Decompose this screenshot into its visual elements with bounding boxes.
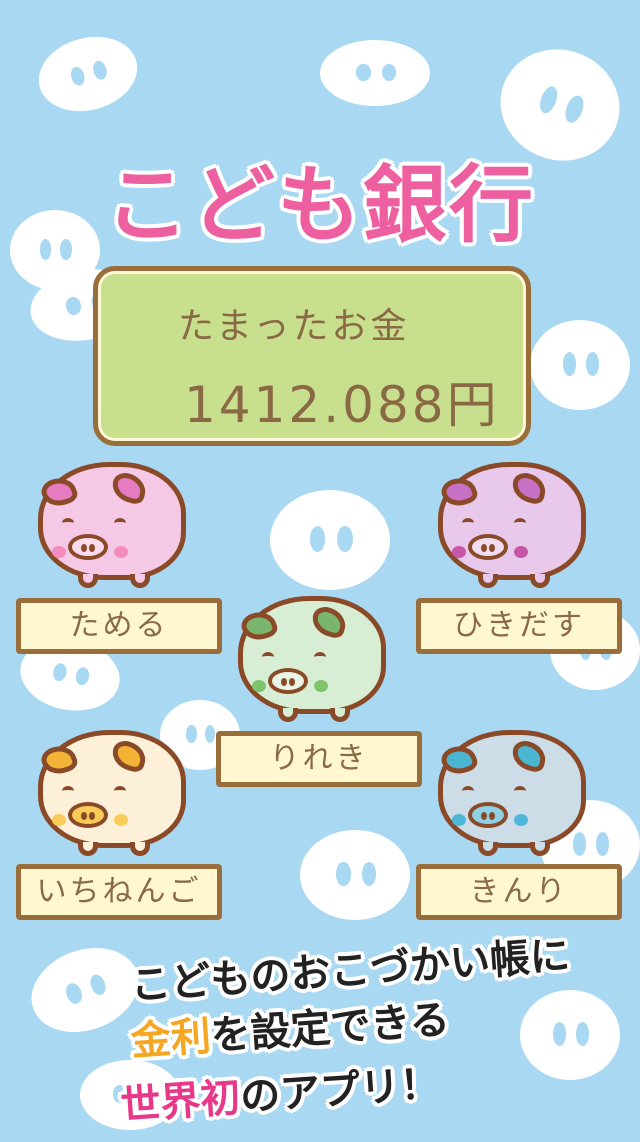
background-snout-decoration [300,830,410,920]
background-snout-decoration [320,40,430,106]
green-pig-icon[interactable] [238,596,398,726]
background-snout-decoration [530,320,630,410]
blue-pig-icon[interactable] [438,730,598,860]
background-snout-decoration [30,26,146,122]
withdraw-button[interactable]: ひきだす [416,598,622,654]
savings-label: たまったお金 [178,306,410,347]
promo-text: のアプリ！ [238,1060,442,1121]
interest-button[interactable]: きんり [416,864,622,920]
savings-panel: たまったお金 1412.088円 [93,266,531,446]
purple-pig-icon[interactable] [438,462,598,592]
cream-pig-icon[interactable] [38,730,198,860]
promo-highlight: 金利 [129,1013,213,1066]
history-button[interactable]: りれき [216,731,422,787]
promo-highlight: 世界初 [119,1074,242,1130]
deposit-button[interactable]: ためる [16,598,222,654]
pink-pig-icon[interactable] [38,462,198,592]
promo-text: を設定できる [209,996,452,1060]
annual-button[interactable]: いちねんご [16,864,222,920]
background-snout-decoration [270,490,390,590]
savings-amount: 1412.088円 [184,376,500,434]
app-title: こども銀行 [104,156,535,254]
